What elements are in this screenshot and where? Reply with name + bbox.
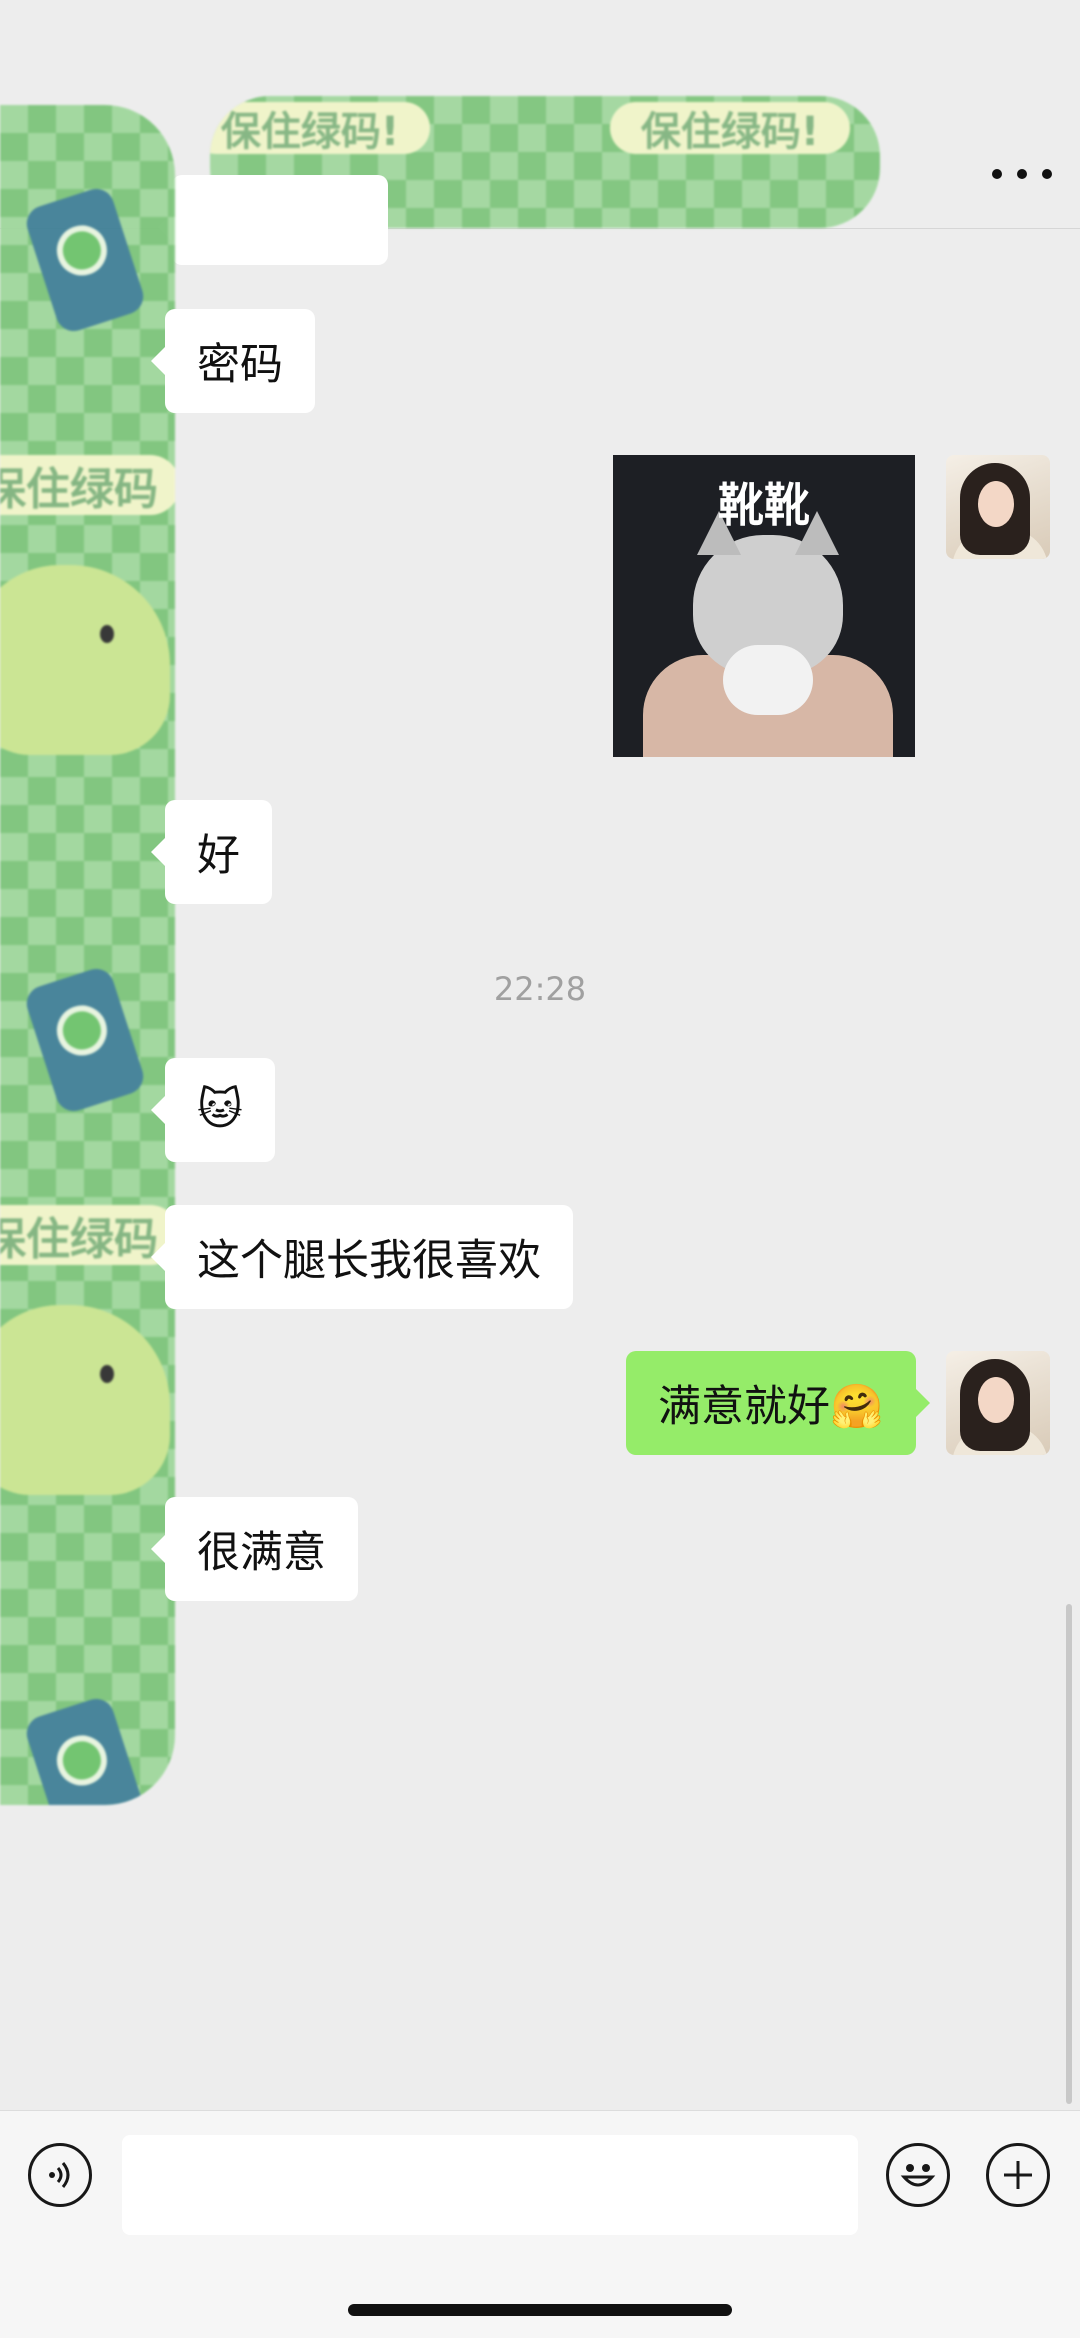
sticker-banner: 保住绿码! [610,102,850,155]
phone-icon [22,1694,148,1805]
my-message-bubble[interactable]: 满意就好🤗 [626,1351,930,1455]
dino-icon [0,565,170,755]
message-bubble[interactable]: 好 [151,800,272,904]
my-avatar[interactable] [946,1351,1050,1455]
message-bubble[interactable]: 🐱 [151,1058,275,1162]
message-bubble[interactable]: 密码 [151,309,315,413]
voice-icon[interactable] [28,2143,92,2207]
sticker-overlay-left: 保住绿码 保住绿码 [0,105,175,1805]
message-bubble[interactable]: 这个腿长我很喜欢 [151,1205,573,1309]
smile-icon[interactable] [886,2143,950,2207]
sticker-banner: 保住绿码! [210,102,430,155]
sticker-shape [723,645,813,715]
my-avatar[interactable] [946,455,1050,559]
message-text: 很满意 [197,1528,326,1578]
message-text: 这个腿长我很喜欢 [197,1236,541,1286]
voice-icon [49,2162,70,2188]
phone-icon [22,184,148,336]
message-bubble-partial[interactable] [158,175,388,265]
home-indicator[interactable] [348,2304,732,2316]
sticker-banner: 保住绿码 [0,455,175,515]
cat-face-emoji: 🐱 [197,1084,243,1135]
sticker-banner: 保住绿码 [0,1205,175,1265]
smile-icon [900,2164,936,2187]
cat-sticker-image[interactable]: 靴靴 [613,455,915,757]
message-timestamp: 22:28 [493,970,587,1008]
chat-scrollbar[interactable] [1066,1604,1072,2104]
dino-icon [0,1305,170,1495]
message-bubble[interactable]: 很满意 [151,1497,358,1601]
message-text: 满意就好🤗 [658,1382,884,1432]
message-text: 密码 [197,340,283,390]
sticker-caption: 靴靴 [718,478,810,532]
more-dots-icon[interactable] [992,156,1052,192]
plus-icon[interactable] [986,2143,1050,2207]
message-text: 好 [197,831,240,881]
message-input[interactable] [122,2135,858,2235]
plus-icon [1004,2161,1032,2189]
